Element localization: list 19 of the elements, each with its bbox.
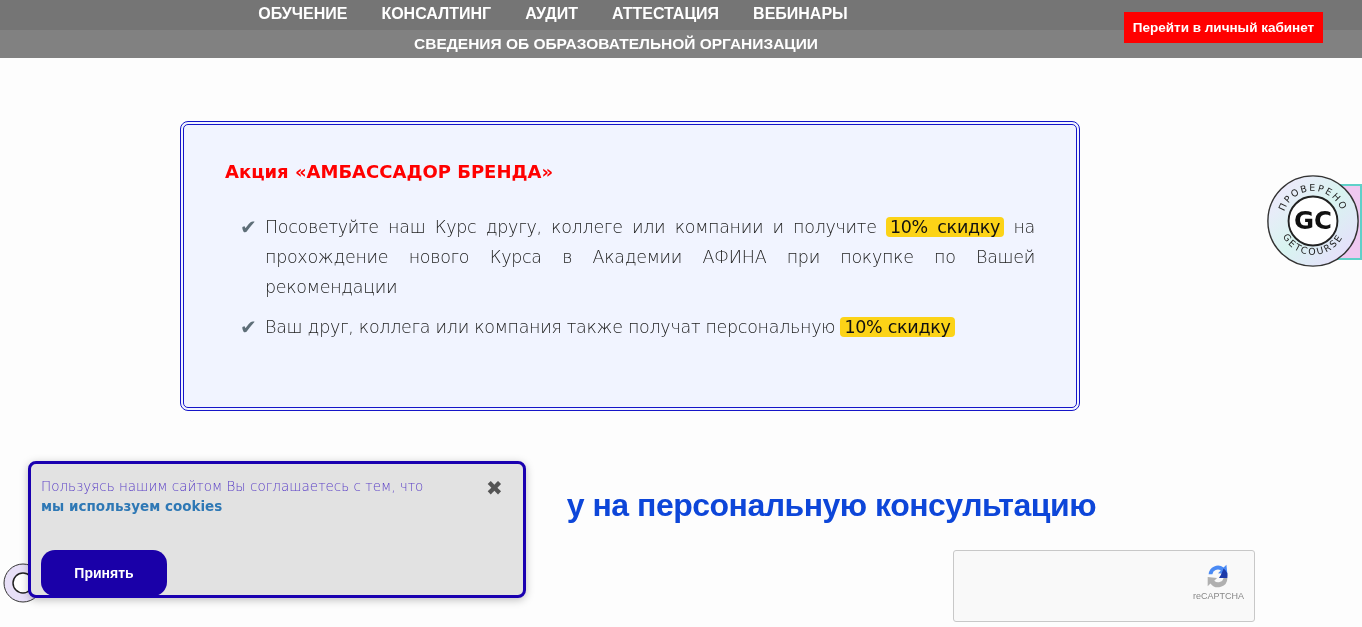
nav-link[interactable]: СВЕДЕНИЯ ОБ ОБРАЗОВАТЕЛЬНОЙ ОРГАНИЗАЦИИ bbox=[414, 35, 818, 53]
check-icon: ✔ bbox=[240, 212, 265, 242]
nav-link[interactable]: КОНСАЛТИНГ bbox=[381, 5, 492, 23]
promo-text: Ваш друг, коллега или компания также получат персональную 10% скидку bbox=[265, 312, 955, 342]
badge-logo: GC bbox=[1294, 206, 1332, 236]
section-heading: у на персональную консультацию bbox=[565, 487, 1096, 524]
nav-link[interactable]: ОБУЧЕНИЕ bbox=[258, 5, 348, 23]
captcha-label: reCAPTCHA bbox=[1193, 591, 1244, 601]
cookie-text: Пользуясь нашим сайтом Вы соглашаетесь с тем, что мы используем cookies bbox=[41, 477, 425, 516]
nav-link[interactable]: ВЕБИНАРЫ bbox=[753, 5, 848, 23]
close-button[interactable]: ✖ bbox=[486, 478, 503, 498]
promo-title: Акция «АМБАССАДОР БРЕНДА» bbox=[225, 161, 555, 182]
captcha-widget[interactable]: reCAPTCHA bbox=[953, 550, 1255, 622]
cabinet-button[interactable]: Перейти в личный кабинет bbox=[1124, 12, 1323, 43]
nav-link[interactable]: АТТЕСТАЦИЯ bbox=[611, 5, 720, 23]
check-icon: ✔ bbox=[240, 312, 265, 342]
accept-button[interactable]: Принять bbox=[41, 550, 167, 596]
promo-text: Посоветуйте наш Курс другу, коллеге или компании и получите 10% скидку на прохождение нового Курса в Академии АФИНА при покупке по Вашей рекомендации bbox=[265, 216, 1035, 299]
nav-link[interactable]: АУДИТ bbox=[525, 5, 578, 23]
